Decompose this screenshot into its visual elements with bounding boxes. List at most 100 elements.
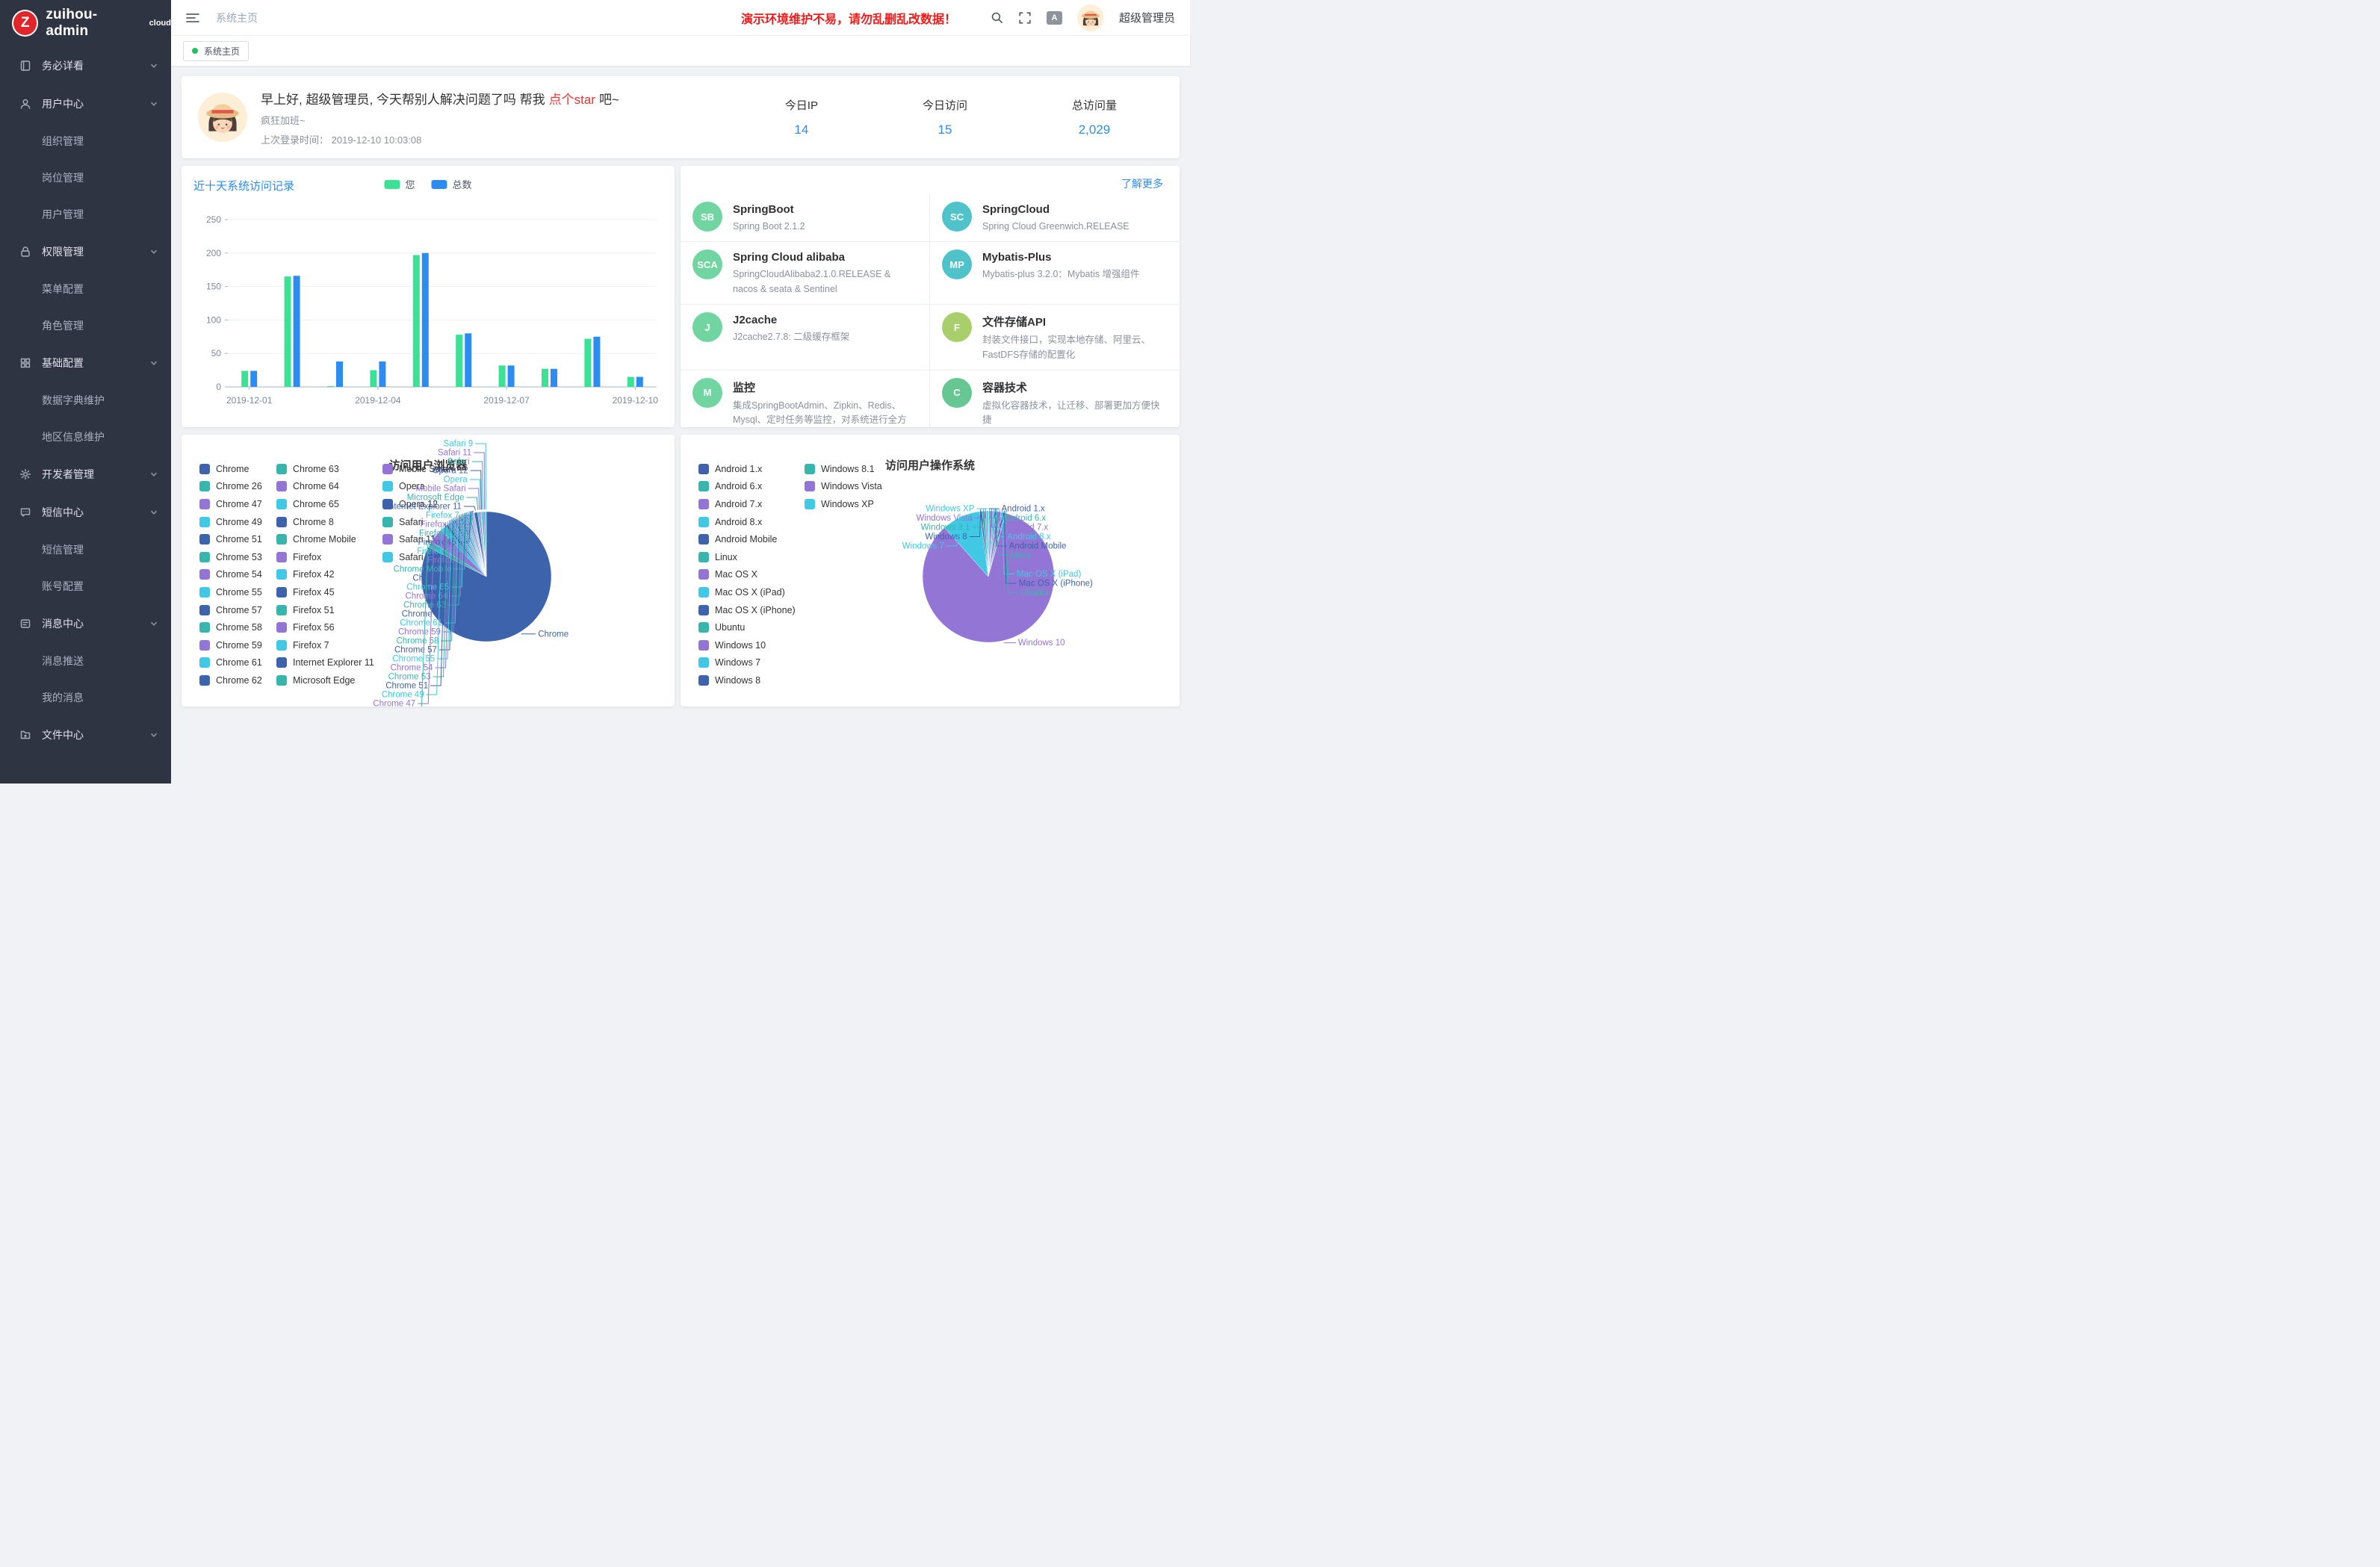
legend-item[interactable]: Chrome 26	[199, 478, 276, 496]
bar[interactable]	[294, 276, 300, 387]
sidebar-item-1[interactable]: 务必详看	[0, 46, 171, 84]
pie-slice[interactable]	[988, 511, 996, 577]
pie-slice[interactable]	[481, 512, 486, 577]
legend-item[interactable]: Android 7.x	[698, 495, 805, 513]
legend-item[interactable]: Windows 10	[698, 636, 805, 654]
sidebar-item-5[interactable]: 开发者管理	[0, 455, 171, 493]
legend-item[interactable]: 总数	[432, 177, 472, 191]
legend-item[interactable]: Chrome 57	[199, 601, 276, 619]
pie-slice[interactable]	[480, 512, 486, 577]
sidebar-item-3[interactable]: 权限管理	[0, 232, 171, 270]
legend-item[interactable]: Chrome 65	[276, 495, 382, 513]
legend-item[interactable]: Mac OS X (iPad)	[698, 583, 805, 601]
bar[interactable]	[285, 276, 291, 387]
pie-slice[interactable]	[448, 523, 486, 577]
legend-item[interactable]: Mac OS X	[698, 566, 805, 584]
pie-slice[interactable]	[471, 513, 486, 577]
legend-item[interactable]: Chrome 64	[276, 478, 382, 496]
legend-item[interactable]: Firefox 45	[276, 583, 382, 601]
pie-slice[interactable]	[980, 511, 988, 577]
sidebar-subitem[interactable]: 用户管理	[0, 196, 171, 232]
star-link[interactable]: 点个star	[549, 93, 595, 107]
legend-item[interactable]: Chrome 54	[199, 566, 276, 584]
menu-collapse-icon[interactable]	[186, 12, 199, 24]
pie-slice[interactable]	[460, 517, 486, 577]
legend-item[interactable]: Chrome	[199, 460, 276, 478]
pie-slice[interactable]	[988, 511, 994, 577]
legend-item[interactable]: Chrome 8	[276, 513, 382, 531]
legend-item[interactable]: Safari 9	[382, 548, 453, 566]
legend-item[interactable]: 您	[384, 177, 415, 191]
legend-item[interactable]: Chrome 63	[276, 460, 382, 478]
pie-slice[interactable]	[474, 513, 486, 577]
legend-item[interactable]: Windows Vista	[805, 478, 882, 496]
pie-slice[interactable]	[477, 512, 486, 577]
sidebar-subitem[interactable]: 菜单配置	[0, 270, 171, 307]
legend-item[interactable]: Android 6.x	[698, 478, 805, 496]
bar[interactable]	[636, 377, 643, 387]
sidebar-item-6[interactable]: 短信中心	[0, 493, 171, 531]
pie-slice[interactable]	[467, 515, 486, 577]
legend-item[interactable]: Chrome 55	[199, 583, 276, 601]
sidebar-subitem[interactable]: 账号配置	[0, 568, 171, 604]
sidebar-subitem[interactable]: 消息推送	[0, 642, 171, 679]
legend-item[interactable]: Linux	[698, 548, 805, 566]
legend-item[interactable]: Chrome 53	[199, 548, 276, 566]
avatar[interactable]	[1077, 4, 1104, 31]
legend-item[interactable]: Mobile Safari	[382, 460, 453, 478]
sidebar-subitem[interactable]: 组织管理	[0, 122, 171, 159]
sidebar-item-7[interactable]: 消息中心	[0, 604, 171, 642]
pie-slice[interactable]	[988, 511, 989, 577]
pie-slice[interactable]	[450, 521, 486, 577]
sidebar-item-2[interactable]: 用户中心	[0, 84, 171, 122]
pie-slice[interactable]	[982, 511, 988, 577]
legend-item[interactable]: Android 8.x	[698, 513, 805, 531]
learn-more-link[interactable]: 了解更多	[1121, 176, 1163, 191]
bar[interactable]	[422, 253, 429, 387]
fullscreen-icon[interactable]	[1018, 11, 1032, 25]
sidebar-subitem[interactable]: 短信管理	[0, 531, 171, 568]
bar[interactable]	[593, 337, 600, 387]
pie-slice[interactable]	[923, 513, 1054, 642]
pie-slice[interactable]	[471, 513, 486, 577]
bar[interactable]	[465, 333, 471, 387]
legend-item[interactable]: Opera 12	[382, 495, 453, 513]
bar[interactable]	[551, 369, 557, 387]
pie-slice[interactable]	[479, 512, 486, 577]
sidebar-subitem[interactable]: 岗位管理	[0, 159, 171, 196]
pie-slice[interactable]	[988, 512, 1001, 577]
sidebar-item-4[interactable]: 基础配置	[0, 344, 171, 382]
legend-item[interactable]: Internet Explorer 11	[276, 654, 382, 672]
legend-item[interactable]: Android Mobile	[698, 530, 805, 548]
bar[interactable]	[413, 255, 420, 387]
legend-item[interactable]: Chrome 49	[199, 513, 276, 531]
legend-item[interactable]: Windows 8.1	[805, 460, 882, 478]
bar[interactable]	[336, 362, 343, 387]
pie-slice[interactable]	[482, 512, 486, 577]
pie-slice[interactable]	[988, 511, 991, 577]
pie-slice[interactable]	[457, 518, 486, 577]
pie-slice[interactable]	[988, 512, 1005, 577]
pie-slice[interactable]	[473, 513, 487, 577]
legend-item[interactable]: Mac OS X (iPhone)	[698, 601, 805, 619]
sidebar-subitem[interactable]: 角色管理	[0, 307, 171, 344]
sidebar-subitem[interactable]: 地区信息维护	[0, 418, 171, 455]
legend-item[interactable]: Firefox 56	[276, 618, 382, 636]
pie-slice[interactable]	[484, 512, 486, 577]
bar[interactable]	[370, 370, 376, 387]
legend-item[interactable]: Firefox 7	[276, 636, 382, 654]
legend-item[interactable]: Firefox 51	[276, 601, 382, 619]
pie-slice[interactable]	[474, 512, 486, 577]
pie-slice[interactable]	[465, 515, 486, 577]
pie-slice[interactable]	[986, 511, 988, 577]
legend-item[interactable]: Safari 11	[382, 530, 453, 548]
pie-slice[interactable]	[944, 512, 988, 577]
legend-item[interactable]: Firefox	[276, 548, 382, 566]
bar[interactable]	[627, 377, 634, 387]
bar[interactable]	[250, 370, 257, 387]
pie-slice[interactable]	[988, 511, 993, 577]
legend-item[interactable]: Android 1.x	[698, 460, 805, 478]
pie-slice[interactable]	[988, 512, 997, 577]
legend-item[interactable]: Opera	[382, 478, 453, 496]
legend-item[interactable]: Chrome 62	[199, 671, 276, 689]
